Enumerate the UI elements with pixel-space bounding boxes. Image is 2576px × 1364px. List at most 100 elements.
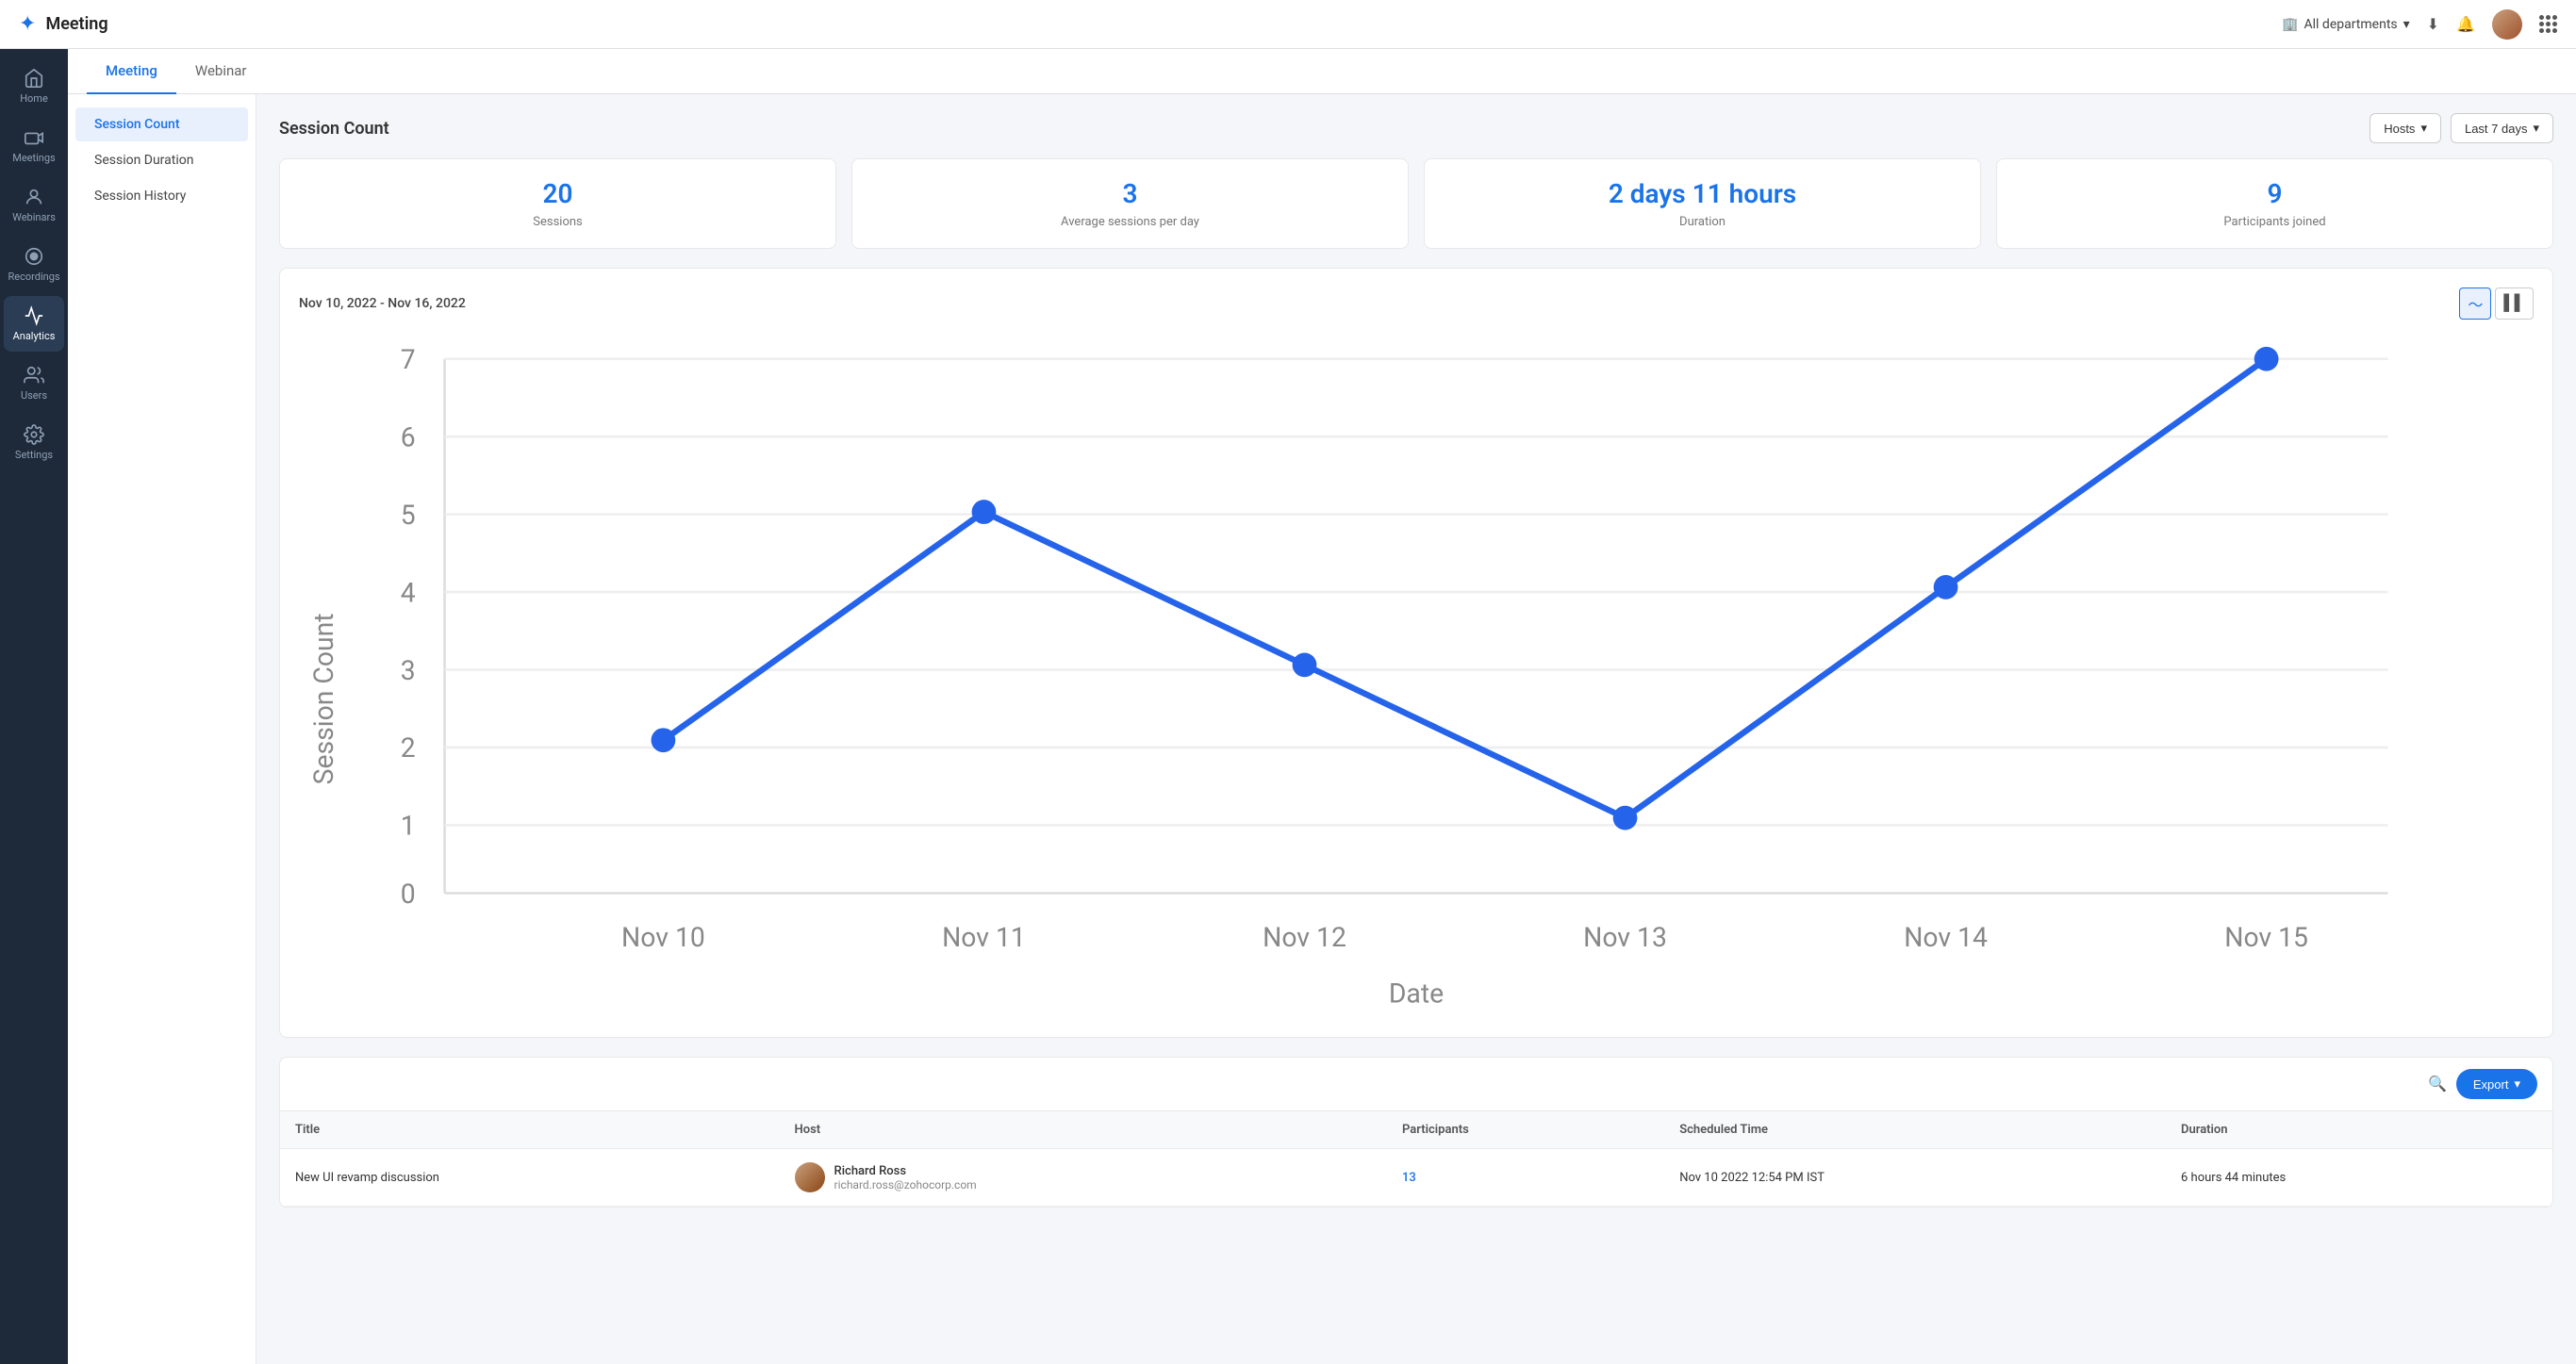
row-duration: 6 hours 44 minutes — [2166, 1149, 2552, 1207]
department-selector[interactable]: 🏢 All departments ▾ — [2282, 17, 2410, 32]
svg-text:Nov 14: Nov 14 — [1904, 922, 1988, 953]
table-row: New UI revamp discussion Richard Ross ri… — [280, 1149, 2552, 1207]
line-chart-btn[interactable]: 〜 — [2459, 288, 2491, 320]
user-avatar[interactable] — [2492, 9, 2522, 40]
sessions-table: Title Host Participants Scheduled Time D… — [280, 1111, 2552, 1207]
hosts-chevron-icon: ▾ — [2420, 121, 2427, 136]
svg-text:Nov 15: Nov 15 — [2224, 922, 2308, 953]
sidebar-item-meetings[interactable]: Meetings — [4, 118, 64, 173]
host-avatar — [795, 1162, 825, 1192]
app-logo: ✦ — [19, 12, 36, 36]
col-scheduled-time: Scheduled Time — [1664, 1111, 2166, 1149]
hosts-filter[interactable]: Hosts ▾ — [2370, 113, 2441, 143]
stat-sessions-label: Sessions — [299, 215, 817, 229]
data-point-nov13 — [1613, 806, 1638, 830]
sidebar-item-settings[interactable]: Settings — [4, 415, 64, 470]
nav-item-session-duration[interactable]: Session Duration — [75, 143, 248, 177]
sidebar-home-label: Home — [20, 92, 48, 105]
building-icon: 🏢 — [2282, 17, 2298, 32]
stat-avg-label: Average sessions per day — [871, 215, 1389, 229]
chart-header: Nov 10, 2022 - Nov 16, 2022 〜 ▌▌ — [299, 288, 2534, 320]
section-header: Session Count Hosts ▾ Last 7 days ▾ — [279, 113, 2553, 143]
sidebar-item-recordings[interactable]: Recordings — [4, 237, 64, 292]
settings-icon — [24, 424, 44, 445]
svg-text:Date: Date — [1389, 978, 1444, 1009]
table-head: Title Host Participants Scheduled Time D… — [280, 1111, 2552, 1149]
stat-participants-value: 9 — [2016, 178, 2534, 209]
line-chart-svg: Session Count 7 6 5 4 3 2 1 0 — [299, 335, 2534, 1014]
host-email: richard.ross@zohocorp.com — [834, 1178, 977, 1191]
search-button[interactable]: 🔍 — [2428, 1075, 2447, 1093]
nav-item-session-history[interactable]: Session History — [75, 179, 248, 213]
apps-grid-icon[interactable] — [2539, 15, 2557, 33]
svg-text:3: 3 — [401, 655, 416, 686]
bell-icon[interactable]: 🔔 — [2456, 15, 2475, 33]
sidebar: Home Meetings Webinars Recordings Analyt… — [0, 49, 68, 1364]
recordings-icon — [24, 246, 44, 267]
tabs-bar: Meeting Webinar — [68, 49, 2576, 94]
table-toolbar: 🔍 Export ▾ — [280, 1058, 2552, 1111]
row-host: Richard Ross richard.ross@zohocorp.com — [780, 1149, 1387, 1207]
chart-svg-wrapper: Session Count 7 6 5 4 3 2 1 0 — [299, 335, 2534, 1018]
analytics-icon — [24, 305, 44, 326]
col-participants: Participants — [1387, 1111, 1664, 1149]
stat-participants-label: Participants joined — [2016, 215, 2534, 229]
stat-card-sessions: 20 Sessions — [279, 158, 836, 249]
date-range-label: Last 7 days — [2465, 122, 2528, 136]
col-host: Host — [780, 1111, 1387, 1149]
host-cell: Richard Ross richard.ross@zohocorp.com — [795, 1162, 1372, 1192]
sidebar-item-users[interactable]: Users — [4, 355, 64, 411]
stats-row: 20 Sessions 3 Average sessions per day 2… — [279, 158, 2553, 249]
export-chevron-icon: ▾ — [2514, 1076, 2520, 1092]
bar-chart-btn[interactable]: ▌▌ — [2495, 288, 2534, 320]
chart-date-range: Nov 10, 2022 - Nov 16, 2022 — [299, 296, 466, 311]
data-point-nov12 — [1293, 652, 1317, 677]
table-section: 🔍 Export ▾ Title Host Participants — [279, 1057, 2553, 1208]
section-title: Session Count — [279, 119, 389, 139]
svg-text:6: 6 — [401, 421, 416, 452]
stat-card-avg-sessions: 3 Average sessions per day — [851, 158, 1409, 249]
host-name: Richard Ross — [834, 1164, 977, 1178]
host-info: Richard Ross richard.ross@zohocorp.com — [834, 1164, 977, 1191]
avatar-image — [2492, 9, 2522, 40]
download-icon[interactable]: ⬇ — [2427, 15, 2439, 33]
sidebar-item-webinars[interactable]: Webinars — [4, 177, 64, 233]
stat-duration-value: 2 days 11 hours — [1444, 178, 1961, 209]
data-point-nov15 — [2254, 347, 2279, 371]
chevron-down-icon: ▾ — [2403, 17, 2410, 32]
sidebar-webinars-label: Webinars — [12, 211, 56, 223]
data-point-nov10 — [652, 728, 676, 752]
date-range-filter[interactable]: Last 7 days ▾ — [2451, 113, 2553, 143]
svg-text:Nov 13: Nov 13 — [1583, 922, 1667, 953]
svg-text:4: 4 — [401, 577, 416, 608]
stat-avg-value: 3 — [871, 178, 1389, 209]
content-area: Session Count Session Duration Session H… — [68, 94, 2576, 1364]
topbar: ✦ Meeting 🏢 All departments ▾ ⬇ 🔔 — [0, 0, 2576, 49]
svg-text:0: 0 — [401, 879, 416, 910]
col-title: Title — [280, 1111, 780, 1149]
main-content: Meeting Webinar Session Count Session Du… — [68, 49, 2576, 1364]
filter-row: Hosts ▾ Last 7 days ▾ — [2370, 113, 2553, 143]
sidebar-item-home[interactable]: Home — [4, 58, 64, 114]
participants-count[interactable]: 13 — [1402, 1171, 1416, 1185]
chart-type-buttons: 〜 ▌▌ — [2459, 288, 2534, 320]
tab-webinar[interactable]: Webinar — [176, 49, 266, 94]
data-point-nov14 — [1934, 575, 1958, 600]
date-range-chevron-icon: ▾ — [2533, 121, 2539, 136]
svg-text:5: 5 — [401, 500, 416, 531]
stat-sessions-value: 20 — [299, 178, 817, 209]
home-icon — [24, 68, 44, 89]
webinars-icon — [24, 187, 44, 207]
nav-item-session-count[interactable]: Session Count — [75, 107, 248, 141]
svg-text:1: 1 — [401, 811, 416, 842]
sidebar-item-analytics[interactable]: Analytics — [4, 296, 64, 352]
svg-text:7: 7 — [401, 344, 416, 375]
left-nav: Session Count Session Duration Session H… — [68, 94, 256, 1364]
export-button[interactable]: Export ▾ — [2456, 1069, 2537, 1099]
svg-text:Nov 12: Nov 12 — [1263, 922, 1346, 953]
col-duration: Duration — [2166, 1111, 2552, 1149]
tab-meeting[interactable]: Meeting — [87, 49, 176, 94]
app-title: Meeting — [45, 14, 107, 34]
sidebar-settings-label: Settings — [15, 449, 53, 461]
app-body: Home Meetings Webinars Recordings Analyt… — [0, 49, 2576, 1364]
